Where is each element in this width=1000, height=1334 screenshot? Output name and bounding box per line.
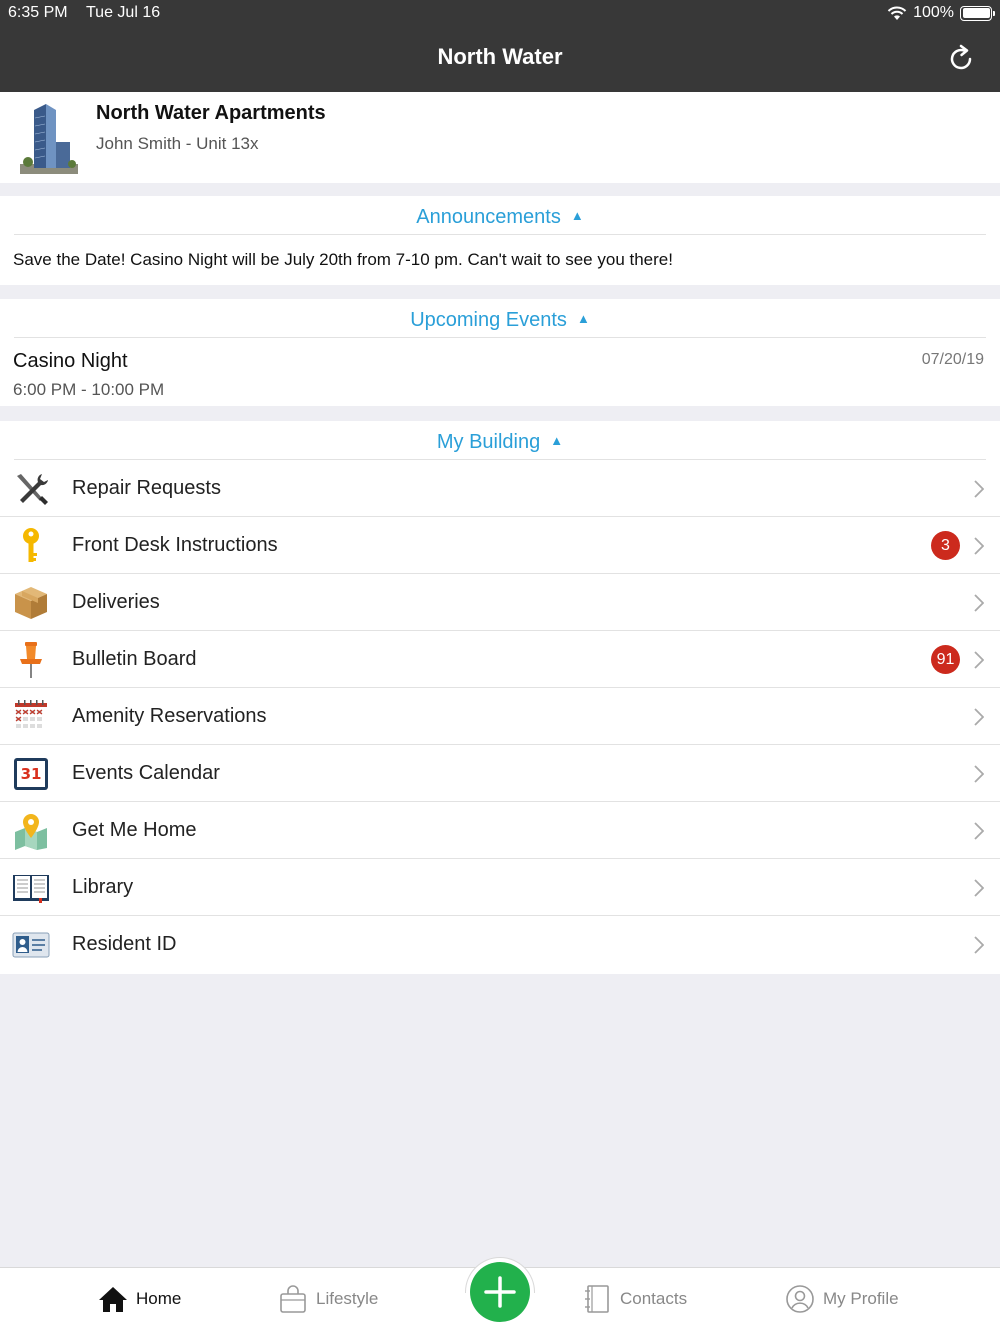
building-image [20,104,78,174]
resident-info: John Smith - Unit 13x [96,134,259,153]
announcements-title: Announcements [416,206,561,228]
menu-item-resident-id[interactable]: Resident ID [0,916,1000,973]
announcements-header[interactable]: Announcements ▲ [14,196,986,235]
package-icon [15,587,47,619]
profile-icon [786,1285,814,1313]
menu-item-label: Front Desk Instructions [72,534,278,556]
chevron-right-icon [974,765,984,783]
tab-home[interactable]: Home [98,1284,181,1314]
menu-item-label: Deliveries [72,591,160,613]
building-name: North Water Apartments [96,102,326,124]
reservation-calendar-icon [15,700,47,728]
contacts-book-icon [585,1285,609,1313]
notification-badge: 3 [931,531,960,560]
menu-item-label: Library [72,876,134,898]
collapse-arrow-icon: ▲ [570,208,584,223]
shopping-bag-icon [280,1285,306,1313]
tab-contacts-label: Contacts [620,1289,688,1308]
notification-badge: 91 [931,645,960,674]
wifi-icon [887,6,907,20]
nav-title: North Water [437,44,563,69]
events-title: Upcoming Events [410,309,567,331]
menu-item-amenity-reservations[interactable]: Amenity Reservations [0,688,1000,745]
event-date: 07/20/19 [921,351,984,368]
my-building-title: My Building [436,431,541,453]
tab-lifestyle-label: Lifestyle [316,1289,379,1308]
my-building-section: My Building ▲ Repair Requests Front Desk … [0,421,1000,974]
add-button[interactable] [470,1262,530,1322]
tab-contacts[interactable]: Contacts [582,1284,687,1314]
announcements-section: Announcements ▲ Save the Date! Casino Nig… [0,196,1000,285]
pushpin-icon [20,642,42,678]
tools-icon [17,474,48,505]
chevron-right-icon [974,480,984,498]
svg-text:31: 31 [21,765,42,783]
chevron-right-icon [974,708,984,726]
menu-item-get-me-home[interactable]: Get Me Home [0,802,1000,859]
events-section: Upcoming Events ▲ Casino Night 6:00 PM - … [0,299,1000,406]
menu-item-label: Get Me Home [72,819,197,841]
menu-item-label: Resident ID [72,933,177,955]
menu-item-label: Bulletin Board [72,648,197,670]
menu-item-front-desk-instructions[interactable]: Front Desk Instructions 3 [0,517,1000,574]
status-date: Tue Jul 16 [86,4,161,21]
status-bar: 6:35 PM Tue Jul 16 100% [0,0,1000,28]
status-right: 100% [887,4,995,22]
refresh-icon[interactable] [946,44,976,74]
menu-item-label: Amenity Reservations [72,705,267,727]
menu-item-label: Events Calendar [72,762,220,784]
key-icon [23,528,39,562]
battery-icon [960,5,995,21]
tab-lifestyle[interactable]: Lifestyle [278,1284,378,1314]
event-item[interactable]: Casino Night 6:00 PM - 10:00 PM 07/20/19 [0,338,1000,405]
event-title: Casino Night [13,350,128,372]
menu-item-repair-requests[interactable]: Repair Requests [0,460,1000,517]
chevron-right-icon [974,651,984,669]
chevron-right-icon [974,594,984,612]
tab-bar: Home Lifestyle Contacts My Profile [0,1257,1000,1334]
building-header[interactable]: North Water Apartments John Smith - Unit… [0,92,1000,183]
event-time: 6:00 PM - 10:00 PM [13,380,165,399]
status-time: 6:35 PM [8,4,68,21]
menu-item-bulletin-board[interactable]: Bulletin Board 91 [0,631,1000,688]
tab-my-profile-label: My Profile [823,1289,899,1308]
tab-home-label: Home [136,1289,182,1308]
my-building-list: Repair Requests Front Desk Instructions … [0,460,1000,973]
plus-icon [484,1276,516,1308]
home-icon [99,1287,127,1312]
menu-item-library[interactable]: Library [0,859,1000,916]
collapse-arrow-icon: ▲ [550,433,564,448]
map-pin-icon [15,814,47,850]
events-header[interactable]: Upcoming Events ▲ [14,299,986,338]
battery-percent: 100% [913,4,954,21]
menu-item-deliveries[interactable]: Deliveries [0,574,1000,631]
id-card-icon [12,932,50,958]
announcement-text: Save the Date! Casino Night will be July… [13,250,673,269]
book-icon [13,875,49,903]
chevron-right-icon [974,537,984,555]
calendar-31-icon: 31 [14,758,48,790]
collapse-arrow-icon: ▲ [576,311,590,326]
my-building-header[interactable]: My Building ▲ [14,421,986,460]
chevron-right-icon [974,936,984,954]
top-bar: 6:35 PM Tue Jul 16 100% North Water [0,0,1000,92]
chevron-right-icon [974,822,984,840]
menu-item-events-calendar[interactable]: 31 Events Calendar [0,745,1000,802]
menu-item-label: Repair Requests [72,477,221,499]
chevron-right-icon [974,879,984,897]
tab-my-profile[interactable]: My Profile [785,1284,899,1314]
